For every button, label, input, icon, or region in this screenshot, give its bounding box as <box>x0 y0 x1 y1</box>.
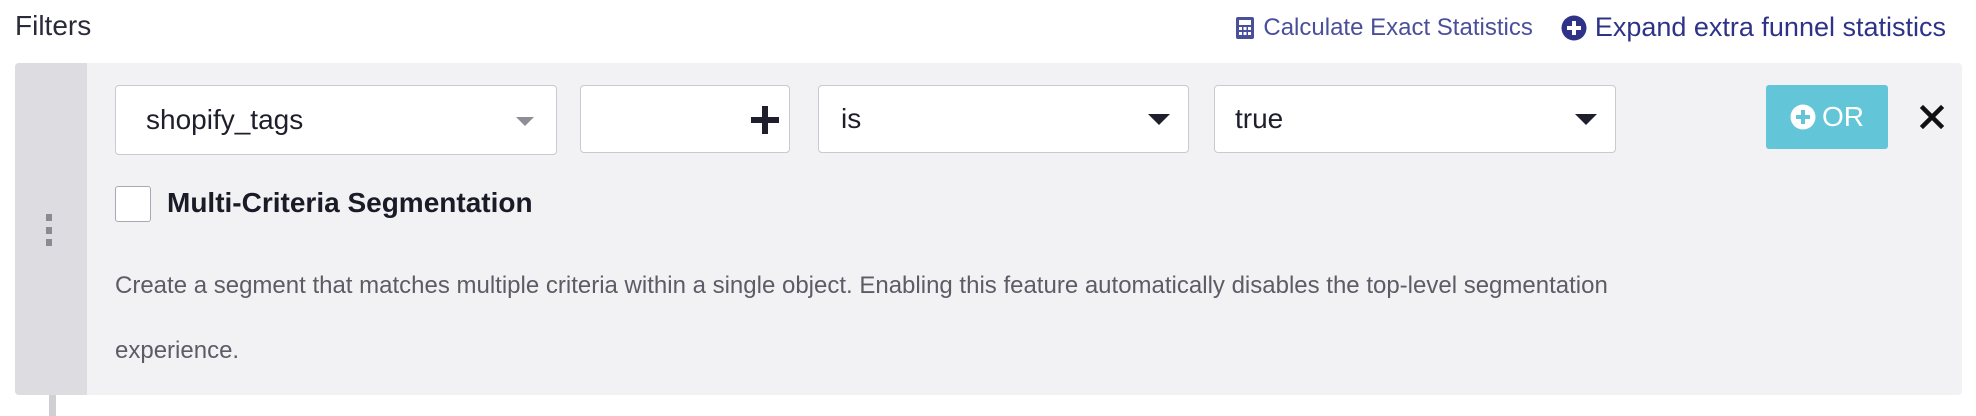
operator-select[interactable]: is <box>818 85 1189 153</box>
calculate-exact-statistics-label: Calculate Exact Statistics <box>1263 13 1533 41</box>
expand-funnel-statistics-link[interactable]: Expand extra funnel statistics <box>1561 12 1946 43</box>
or-button[interactable]: OR <box>1766 85 1888 149</box>
value-select-value: true <box>1235 103 1284 134</box>
property-select-value: shopify_tags <box>146 104 304 135</box>
calculator-icon <box>1236 16 1255 39</box>
connector-line <box>49 395 56 416</box>
filters-title: Filters <box>15 10 92 41</box>
calculate-exact-statistics-link[interactable]: Calculate Exact Statistics <box>1235 13 1533 42</box>
filter-row-panel: shopify_tags is true OR Multi-Criteria S… <box>15 63 1962 395</box>
value-select[interactable]: true <box>1214 85 1616 153</box>
drag-handle-icon <box>45 214 53 246</box>
multi-criteria-checkbox[interactable] <box>115 186 151 222</box>
property-key-input[interactable] <box>581 86 731 152</box>
close-icon[interactable] <box>1919 104 1945 130</box>
plus-icon[interactable] <box>749 104 781 136</box>
plus-circle-icon <box>1561 15 1587 40</box>
drag-handle[interactable] <box>15 63 87 395</box>
property-select[interactable]: shopify_tags <box>115 85 557 155</box>
plus-circle-icon <box>1790 104 1816 130</box>
chevron-down-icon <box>516 117 534 126</box>
header-actions: Calculate Exact Statistics Expand extra … <box>1235 12 1946 43</box>
expand-funnel-statistics-label: Expand extra funnel statistics <box>1594 12 1946 42</box>
chevron-down-icon <box>1575 114 1597 125</box>
or-button-label: OR <box>1822 101 1864 132</box>
chevron-down-icon <box>1148 114 1170 125</box>
multi-criteria-label: Multi-Criteria Segmentation <box>167 187 533 218</box>
operator-select-value: is <box>841 103 862 134</box>
multi-criteria-description: Create a segment that matches multiple c… <box>115 272 1608 364</box>
property-key-input-box <box>580 85 790 153</box>
